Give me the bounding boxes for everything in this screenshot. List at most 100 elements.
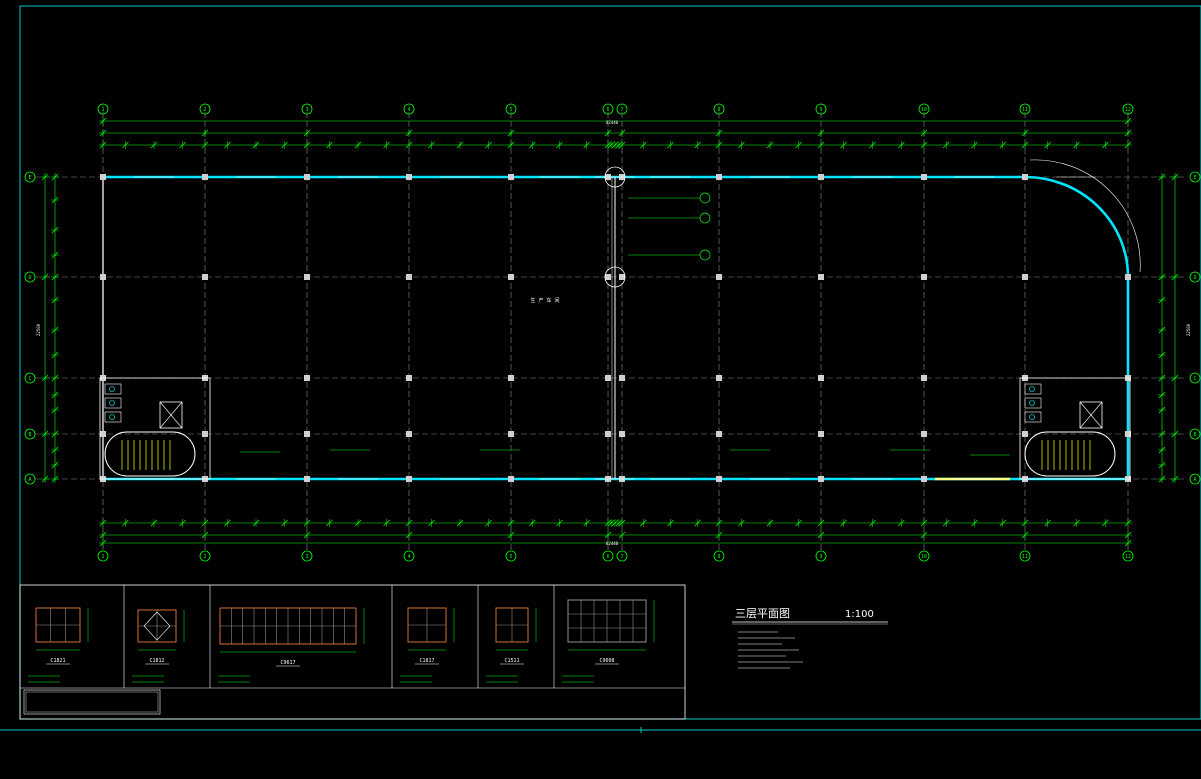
axis-label-col: 12 [1125,107,1131,113]
structural-column [818,274,824,280]
fixture [109,400,115,406]
structural-column [716,274,722,280]
axis-label-col: 10 [921,554,927,560]
stair-outline [104,431,196,477]
toilet-stall [1024,383,1042,395]
axis-label-col: 12 [1125,554,1131,560]
core-outline [1019,377,1131,480]
structural-column [921,375,927,381]
total-length-bottom: 82440 [606,541,619,546]
toilet-stall [104,397,122,409]
axis-label-col: 11 [1022,107,1028,113]
structural-column [100,431,106,437]
structural-column [921,431,927,437]
structural-column [1022,174,1028,180]
axis-label-col: 3 [305,107,308,113]
drawing-scale: 1:100 [845,609,874,620]
axis-label-col: 7 [620,107,623,113]
structural-column [716,375,722,381]
core-outline [99,377,211,480]
drawing-title-block: 三层平面图 1:100 [732,607,888,669]
axis-label-row: B [28,432,31,438]
axis-label-col: 8 [717,554,720,560]
structural-column [508,476,514,482]
curved-dimension [1029,159,1141,273]
structural-column [508,375,514,381]
axis-label-col: 4 [407,107,410,113]
total-width-right: 22500 [1186,323,1191,336]
axis-label-col: 5 [509,107,512,113]
structural-column [921,476,927,482]
wall-curved [1024,175,1130,278]
structural-column [508,431,514,437]
structural-column [818,476,824,482]
detail-label: C1812 [149,658,164,664]
drawing-title: 三层平面图 [735,607,790,620]
detail-label: C9608 [599,658,614,664]
structural-column [1022,274,1028,280]
structural-column [304,375,310,381]
axis-label-col: 2 [203,554,206,560]
structural-column [619,375,625,381]
axis-label-col: 6 [606,554,609,560]
detail-label: C1817 [419,658,434,664]
structural-column [921,274,927,280]
structural-column [406,431,412,437]
stair-core [1019,377,1131,480]
structural-column [921,174,927,180]
structural-column [619,274,625,280]
structural-column [508,274,514,280]
structural-column [818,174,824,180]
structural-column [406,476,412,482]
structural-column [508,174,514,180]
detail-marker [699,212,711,224]
axis-label-col: 9 [819,107,822,113]
axis-label-row: A [1193,477,1196,483]
total-width-left: 22500 [36,323,41,336]
structural-column [716,174,722,180]
floor-plan-svg: 112233445566778899101011111212E ED DC CB BA A… [0,5,1201,733]
axis-label-col: 5 [509,554,512,560]
detail-label: C1511 [504,658,519,664]
cad-drawing-viewport[interactable]: 1 1 2 2 3 3 4 4 5 5 6 6 7 7 8 8 9 9 10 10 11 11 12 12 E E D D C C B B A A… [0,0,1201,775]
stair-outline [1024,431,1116,477]
wall-layer [99,159,1141,482]
fixture [109,414,115,420]
axis-label-col: 9 [819,554,822,560]
structural-column [619,431,625,437]
axis-label-col: 3 [305,554,308,560]
dimension-layer [41,117,1179,547]
axis-label-row: C [1193,376,1196,382]
structural-column [716,476,722,482]
axis-label-col: 1 [101,107,104,113]
axis-label-col: 8 [717,107,720,113]
structural-column [406,274,412,280]
axis-label-row: D [1193,275,1196,281]
structural-column [406,375,412,381]
axis-label-row: E [28,175,31,181]
structural-column [304,476,310,482]
window-detail-table: C1821 C1812 C9617 C1817 C1511 C9608 [19,584,686,720]
structural-column [605,274,611,280]
fixture [1029,386,1035,392]
structural-column [304,174,310,180]
structural-column [818,375,824,381]
detail-marker [699,192,711,204]
fixture [109,386,115,392]
axis-label-col: 6 [606,107,609,113]
structural-column [100,274,106,280]
fixture [1029,414,1035,420]
axis-label-row: D [28,275,31,281]
detail-label: C9617 [280,660,295,666]
structural-column [304,431,310,437]
detail-marker [699,249,711,261]
structural-column [605,375,611,381]
room-name-label: 生 产 车 间 [530,297,559,304]
structural-column [1022,431,1028,437]
structural-column [202,174,208,180]
structural-column [202,431,208,437]
axis-label-row: C [28,376,31,382]
structural-column [716,431,722,437]
detail-label: C1821 [50,658,65,664]
fixture [1029,400,1035,406]
